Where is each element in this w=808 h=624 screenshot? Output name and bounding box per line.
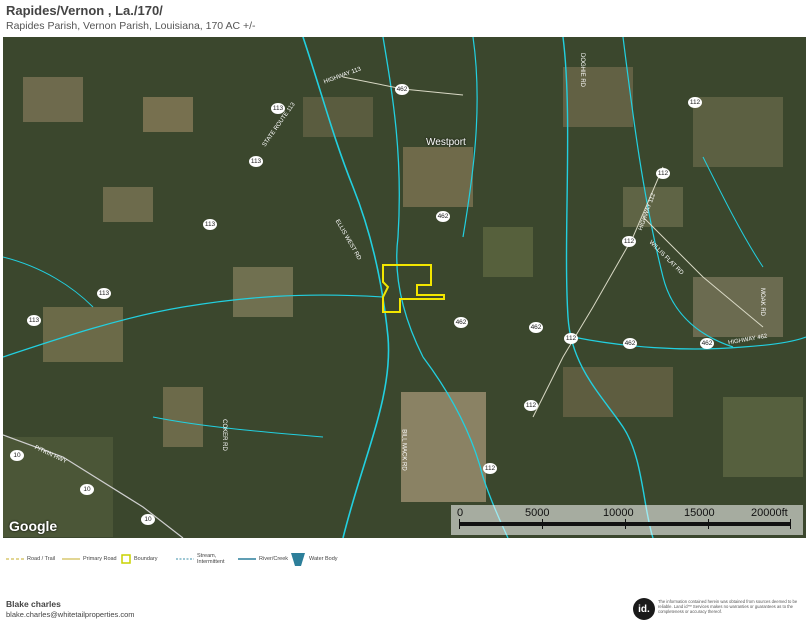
satellite-map[interactable]: Westport HIGHWAY 113 STATE ROUTE 113 ELL…	[3, 37, 806, 538]
agent-email[interactable]: blake.charles@whitetailproperties.com	[6, 610, 135, 619]
route-shield: 112	[564, 333, 578, 344]
legend-item-stream: Stream, Intermittent	[176, 548, 231, 570]
scale-tick	[708, 519, 709, 529]
route-shield: 462	[436, 211, 450, 222]
route-shield: 113	[97, 288, 111, 299]
agent-name: Blake charles	[6, 599, 61, 609]
legend-item-boundary: Boundary	[121, 548, 158, 570]
legend-item-road-trail: Road / Trail	[6, 548, 55, 570]
route-shield: 462	[454, 317, 468, 328]
route-shield: 462	[623, 338, 637, 349]
legend-item-primary-road: Primary Road	[62, 548, 117, 570]
road-label: DOGHIE RD	[579, 52, 586, 88]
dashed-road-icon	[6, 558, 24, 560]
stream-icon	[176, 558, 194, 560]
page-title: Rapides/Vernon , La./170/	[6, 3, 163, 18]
legend-label: Primary Road	[83, 556, 117, 562]
legend-label: River/Creek	[259, 556, 289, 562]
road-label: COKER RD	[220, 419, 227, 451]
route-shield: 112	[688, 97, 702, 108]
legend-label: Boundary	[134, 556, 158, 562]
disclaimer-text: The information contained herein was obt…	[658, 599, 798, 615]
scale-tick	[790, 519, 791, 529]
place-label-westport: Westport	[426, 137, 466, 148]
scale-bar: 0 5000 10000 15000 20000ft	[451, 505, 803, 535]
scale-tick	[459, 519, 460, 529]
scale-tick	[625, 519, 626, 529]
legend-item-river: River/Creek	[238, 548, 288, 570]
route-shield: 462	[395, 84, 409, 95]
road-label: BILL MACK RD	[400, 429, 407, 471]
map-legend: Road / Trail Primary Road Boundary Strea…	[6, 548, 366, 570]
legend-label: Road / Trail	[27, 556, 56, 562]
legend-item-water-body: Water Body	[290, 548, 338, 570]
route-shield: 112	[483, 463, 497, 474]
boundary-icon	[121, 554, 131, 564]
primary-road-icon	[62, 558, 80, 560]
route-shield: 113	[27, 315, 41, 326]
scale-label: 0	[457, 507, 464, 519]
route-shield: 113	[249, 156, 263, 167]
scale-label: 20000ft	[751, 507, 788, 519]
water-body-icon	[291, 553, 305, 566]
google-attribution: Google	[9, 518, 58, 534]
page-subtitle: Rapides Parish, Vernon Parish, Louisiana…	[6, 20, 256, 32]
road-label: MOAK RD	[759, 287, 766, 317]
route-shield: 112	[524, 400, 538, 411]
route-shield: 10	[10, 450, 24, 461]
route-shield: 462	[700, 338, 714, 349]
route-shield: 10	[80, 484, 94, 495]
legend-label: Stream, Intermittent	[197, 553, 225, 565]
route-shield: 113	[203, 219, 217, 230]
route-shield: 112	[656, 168, 670, 179]
route-shield: 112	[622, 236, 636, 247]
land-id-logo: id.	[633, 598, 655, 620]
scale-label: 15000	[684, 507, 715, 519]
route-shield: 113	[271, 103, 285, 114]
scale-tick	[542, 519, 543, 529]
legend-label: Water Body	[309, 556, 338, 562]
scale-label: 10000	[603, 507, 634, 519]
route-shield: 462	[529, 322, 543, 333]
scale-label: 5000	[525, 507, 550, 519]
river-icon	[238, 558, 256, 560]
route-shield: 10	[141, 514, 155, 525]
